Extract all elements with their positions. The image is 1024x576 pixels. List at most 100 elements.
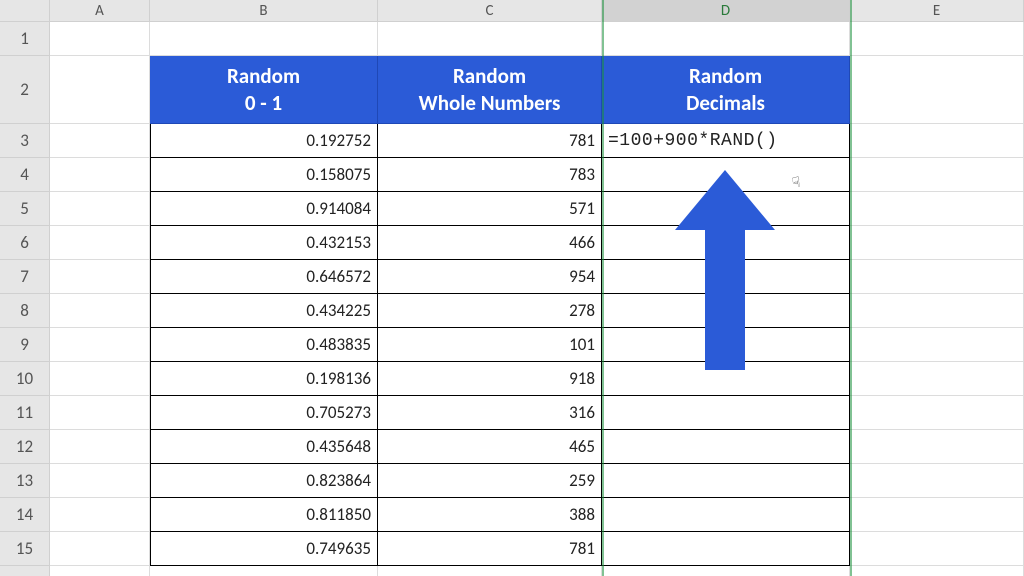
cell-C4[interactable]: 783 bbox=[378, 158, 602, 192]
cell-B11[interactable]: 0.705273 bbox=[150, 396, 378, 430]
cell-B4[interactable]: 0.158075 bbox=[150, 158, 378, 192]
cell-D12[interactable] bbox=[602, 430, 850, 464]
cell-E2[interactable] bbox=[850, 56, 1024, 124]
cell-E8[interactable] bbox=[850, 294, 1024, 328]
cell-D8[interactable] bbox=[602, 294, 850, 328]
cell-B14[interactable]: 0.811850 bbox=[150, 498, 378, 532]
cell-C10[interactable]: 918 bbox=[378, 362, 602, 396]
cell-A14[interactable] bbox=[50, 498, 150, 532]
row-header-7[interactable]: 7 bbox=[0, 260, 50, 294]
row-header-10[interactable]: 10 bbox=[0, 362, 50, 396]
cell-B5[interactable]: 0.914084 bbox=[150, 192, 378, 226]
cell-B15[interactable]: 0.749635 bbox=[150, 532, 378, 566]
cell-E15[interactable] bbox=[850, 532, 1024, 566]
cell-A15[interactable] bbox=[50, 532, 150, 566]
cell-E7[interactable] bbox=[850, 260, 1024, 294]
cell-B7[interactable]: 0.646572 bbox=[150, 260, 378, 294]
cell-D5[interactable] bbox=[602, 192, 850, 226]
cell-C3[interactable]: 781 bbox=[378, 124, 602, 158]
cell-C7[interactable]: 954 bbox=[378, 260, 602, 294]
col-header-D[interactable]: D bbox=[602, 0, 850, 22]
row-header-8[interactable]: 8 bbox=[0, 294, 50, 328]
cell-D15[interactable] bbox=[602, 532, 850, 566]
cell-D13[interactable] bbox=[602, 464, 850, 498]
cell-D6[interactable] bbox=[602, 226, 850, 260]
cell-B16[interactable] bbox=[150, 566, 378, 576]
cell-E3[interactable] bbox=[850, 124, 1024, 158]
cell-E10[interactable] bbox=[850, 362, 1024, 396]
header-cell-D[interactable]: Random Decimals bbox=[602, 56, 850, 124]
col-header-C[interactable]: C bbox=[378, 0, 602, 22]
cell-A1[interactable] bbox=[50, 22, 150, 56]
cell-C5[interactable]: 571 bbox=[378, 192, 602, 226]
cell-C13[interactable]: 259 bbox=[378, 464, 602, 498]
cell-B10[interactable]: 0.198136 bbox=[150, 362, 378, 396]
cell-B9[interactable]: 0.483835 bbox=[150, 328, 378, 362]
cell-E12[interactable] bbox=[850, 430, 1024, 464]
cell-A13[interactable] bbox=[50, 464, 150, 498]
cell-A10[interactable] bbox=[50, 362, 150, 396]
cell-D11[interactable] bbox=[602, 396, 850, 430]
cell-A11[interactable] bbox=[50, 396, 150, 430]
row-header-5[interactable]: 5 bbox=[0, 192, 50, 226]
row-header-15[interactable]: 15 bbox=[0, 532, 50, 566]
header-cell-C[interactable]: Random Whole Numbers bbox=[378, 56, 602, 124]
cell-D10[interactable] bbox=[602, 362, 850, 396]
cell-B12[interactable]: 0.435648 bbox=[150, 430, 378, 464]
cell-A12[interactable] bbox=[50, 430, 150, 464]
row-header-1[interactable]: 1 bbox=[0, 22, 50, 56]
cell-E6[interactable] bbox=[850, 226, 1024, 260]
cell-A9[interactable] bbox=[50, 328, 150, 362]
cell-A2[interactable] bbox=[50, 56, 150, 124]
col-header-E[interactable]: E bbox=[850, 0, 1024, 22]
cell-D16[interactable] bbox=[602, 566, 850, 576]
cell-A16[interactable] bbox=[50, 566, 150, 576]
cell-D4[interactable] bbox=[602, 158, 850, 192]
row-header-4[interactable]: 4 bbox=[0, 158, 50, 192]
cell-A5[interactable] bbox=[50, 192, 150, 226]
cell-E11[interactable] bbox=[850, 396, 1024, 430]
cell-C1[interactable] bbox=[378, 22, 602, 56]
cell-D7[interactable] bbox=[602, 260, 850, 294]
cell-B1[interactable] bbox=[150, 22, 378, 56]
col-header-A[interactable]: A bbox=[50, 0, 150, 22]
cell-A8[interactable] bbox=[50, 294, 150, 328]
cell-D14[interactable] bbox=[602, 498, 850, 532]
row-header-6[interactable]: 6 bbox=[0, 226, 50, 260]
cell-E5[interactable] bbox=[850, 192, 1024, 226]
cell-C9[interactable]: 101 bbox=[378, 328, 602, 362]
cell-C12[interactable]: 465 bbox=[378, 430, 602, 464]
cell-B6[interactable]: 0.432153 bbox=[150, 226, 378, 260]
row-header-13[interactable]: 13 bbox=[0, 464, 50, 498]
cell-E14[interactable] bbox=[850, 498, 1024, 532]
cell-D9[interactable] bbox=[602, 328, 850, 362]
cell-E13[interactable] bbox=[850, 464, 1024, 498]
cell-A7[interactable] bbox=[50, 260, 150, 294]
cell-C6[interactable]: 466 bbox=[378, 226, 602, 260]
cell-C16[interactable] bbox=[378, 566, 602, 576]
cell-D1[interactable] bbox=[602, 22, 850, 56]
cell-B8[interactable]: 0.434225 bbox=[150, 294, 378, 328]
row-header-16[interactable]: 16 bbox=[0, 566, 50, 576]
cell-A4[interactable] bbox=[50, 158, 150, 192]
cell-C14[interactable]: 388 bbox=[378, 498, 602, 532]
cell-C11[interactable]: 316 bbox=[378, 396, 602, 430]
cell-D3-formula[interactable]: =100+900*RAND() bbox=[602, 124, 850, 158]
header-cell-B[interactable]: Random 0 - 1 bbox=[150, 56, 378, 124]
cell-C15[interactable]: 781 bbox=[378, 532, 602, 566]
cell-B13[interactable]: 0.823864 bbox=[150, 464, 378, 498]
row-header-14[interactable]: 14 bbox=[0, 498, 50, 532]
row-header-12[interactable]: 12 bbox=[0, 430, 50, 464]
cell-E1[interactable] bbox=[850, 22, 1024, 56]
row-header-2[interactable]: 2 bbox=[0, 56, 50, 124]
col-header-B[interactable]: B bbox=[150, 0, 378, 22]
select-all-corner[interactable] bbox=[0, 0, 50, 22]
cell-E9[interactable] bbox=[850, 328, 1024, 362]
row-header-11[interactable]: 11 bbox=[0, 396, 50, 430]
cell-E4[interactable] bbox=[850, 158, 1024, 192]
cell-B3[interactable]: 0.192752 bbox=[150, 124, 378, 158]
cell-A6[interactable] bbox=[50, 226, 150, 260]
cell-A3[interactable] bbox=[50, 124, 150, 158]
cell-C8[interactable]: 278 bbox=[378, 294, 602, 328]
cell-E16[interactable] bbox=[850, 566, 1024, 576]
